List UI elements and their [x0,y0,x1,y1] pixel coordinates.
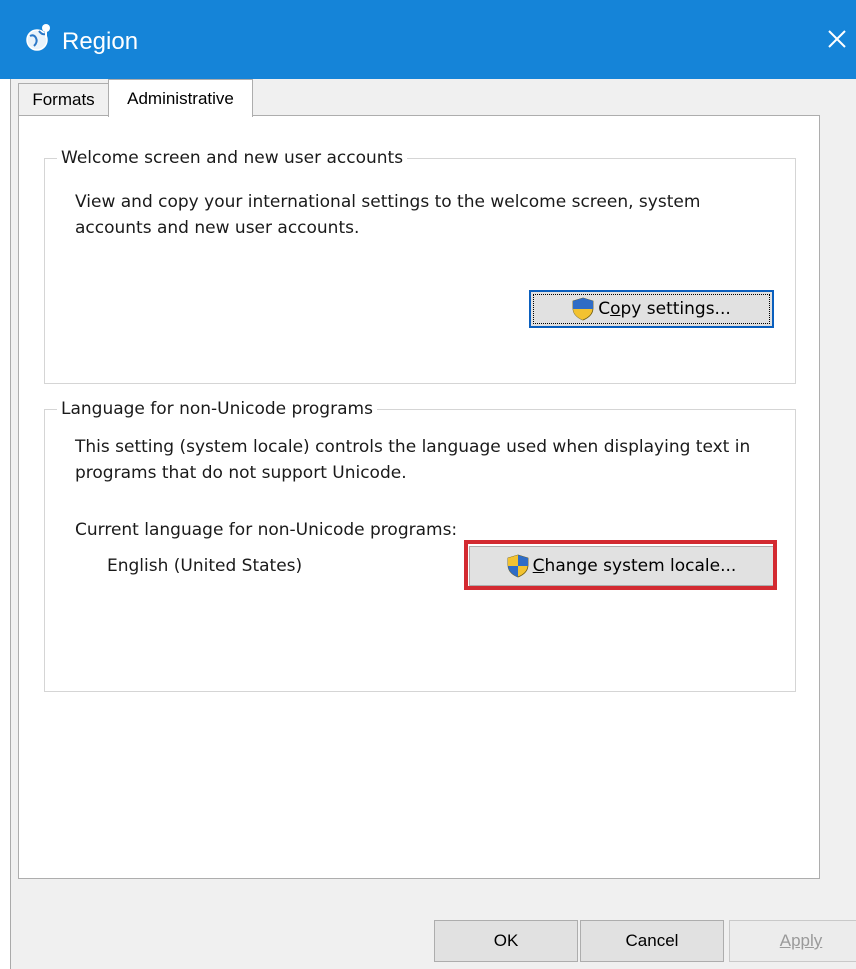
apply-button[interactable]: Apply [729,920,856,962]
cancel-button[interactable]: Cancel [580,920,724,962]
uac-shield-icon [572,297,594,321]
window-title: Region [62,28,139,55]
close-icon [828,30,846,48]
label-part: py settings... [620,299,731,319]
current-language-value: English (United States) [107,556,303,576]
tab-administrative[interactable]: Administrative [108,79,253,117]
group-title: Welcome screen and new user accounts [57,147,408,169]
group-description: View and copy your international setting… [75,192,701,238]
close-button[interactable] [818,20,856,58]
title-bar: Region [0,0,856,79]
tab-formats[interactable]: Formats [18,83,108,115]
region-globe-icon [26,24,50,51]
group-title: Language for non-Unicode programs [57,398,377,420]
label-part: C [598,299,611,319]
current-language-label: Current language for non-Unicode program… [75,520,458,540]
ok-button[interactable]: OK [434,920,578,962]
welcome-screen-group: Welcome screen and new user accounts Vie… [44,147,796,384]
copy-settings-button[interactable]: Copy settings... [529,290,774,328]
highlight-box [464,540,777,590]
apply-label: Apply [779,931,823,950]
copy-settings-label: Copy settings... [598,299,731,319]
access-key: o [610,299,621,319]
group-description: This setting (system locale) controls th… [75,437,751,483]
